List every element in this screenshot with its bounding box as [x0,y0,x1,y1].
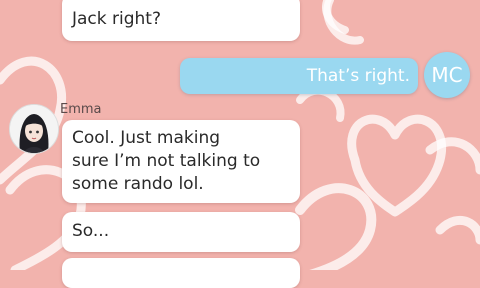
emma-avatar [9,104,59,154]
mc-avatar: MC [424,52,470,98]
message-text: Jack right? [72,9,161,29]
message-text: So... [72,221,110,241]
girl-portrait-icon [10,105,58,153]
emma-message-bubble-partial [62,258,300,288]
mc-message-bubble: That’s right. [180,58,418,94]
emma-message-bubble: Cool. Just making sure I’m not talking t… [62,120,300,203]
speaker-name: Emma [60,102,102,117]
emma-message-bubble: So... [62,212,300,252]
message-text: Cool. Just making sure I’m not talking t… [72,128,261,194]
avatar-label: MC [431,63,463,87]
message-bubble-jack: Jack right? [62,0,300,41]
message-text: That’s right. [306,66,410,86]
